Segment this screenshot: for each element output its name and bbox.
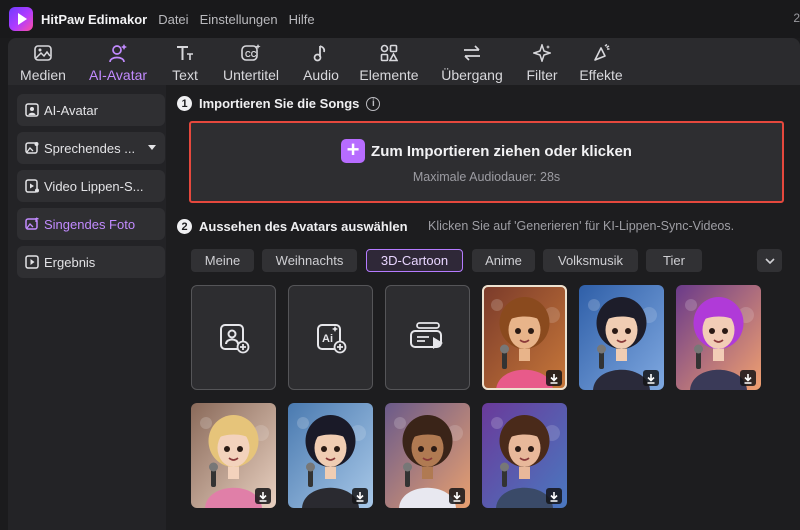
tab-elements[interactable]: Elemente: [354, 38, 424, 85]
tab-media[interactable]: Medien: [12, 38, 74, 85]
avatar-black-hair-girl[interactable]: [579, 285, 664, 390]
step-avatar-title: Aussehen des Avatars auswählen: [199, 219, 408, 234]
left-sidebar: AI-Avatar Sprechendes ... Video Lippen-S…: [8, 85, 166, 530]
ai-generate-tile[interactable]: Ai: [288, 285, 373, 390]
tab-audio[interactable]: Audio: [296, 38, 346, 85]
chevron-down-icon: [764, 257, 775, 264]
menu-settings[interactable]: Einstellungen: [200, 12, 278, 27]
effects-icon: [591, 43, 611, 63]
tab-effects[interactable]: Effekte: [572, 38, 630, 85]
upload-photo-tile[interactable]: [191, 285, 276, 390]
svg-text:Ai: Ai: [322, 333, 333, 345]
main-toolbar: Medien AI-Avatar Text CC Untertitel Audi…: [8, 38, 800, 85]
avatar-box-icon: [25, 103, 39, 117]
video-record-icon: [409, 321, 443, 349]
menu-help[interactable]: Hilfe: [289, 12, 315, 27]
download-icon[interactable]: [352, 488, 368, 504]
avatar-icon: [108, 43, 128, 63]
category-chip-3d-cartoon[interactable]: 3D-Cartoon: [366, 249, 463, 272]
tab-transition[interactable]: Übergang: [436, 38, 508, 85]
avatar-dark-hair-girl-mic[interactable]: [288, 403, 373, 508]
tab-elements-label: Elemente: [359, 67, 419, 83]
menu-file[interactable]: Datei: [158, 12, 188, 27]
app-logo-icon: [9, 7, 33, 31]
audio-icon: [311, 43, 331, 63]
record-video-tile[interactable]: [385, 285, 470, 390]
elements-icon: [379, 43, 399, 63]
sidebar-item-label: AI-Avatar: [44, 102, 98, 118]
import-row: + Zum Importieren ziehen oder klicken: [191, 139, 782, 163]
title-bar: HitPaw Edimakor Datei Einstellungen Hilf…: [0, 0, 800, 38]
sidebar-item-ai-avatar[interactable]: AI-Avatar: [17, 94, 165, 126]
tab-ai-avatar[interactable]: AI-Avatar: [80, 38, 156, 85]
step-avatar-hint: Klicken Sie auf 'Generieren' für KI-Lipp…: [428, 219, 735, 233]
subtitle-icon: CC: [241, 43, 261, 63]
sidebar-item-talking-photo[interactable]: Sprechendes ...: [17, 132, 165, 164]
avatar-afro-girl[interactable]: [385, 403, 470, 508]
singing-photo-icon: [25, 217, 39, 230]
category-chip-tier[interactable]: Tier: [646, 249, 702, 272]
avatar-curly-hair-girl[interactable]: [482, 285, 567, 390]
step-import-heading: 1 Importieren Sie die Songs i: [177, 96, 381, 111]
talking-photo-icon: [25, 142, 39, 154]
import-drop-zone[interactable]: + Zum Importieren ziehen oder klicken Ma…: [189, 121, 784, 203]
chevron-down-icon[interactable]: [148, 145, 156, 150]
category-chip-meine[interactable]: Meine: [191, 249, 254, 272]
download-icon[interactable]: [449, 488, 465, 504]
sidebar-item-label: Singendes Foto: [44, 216, 136, 232]
category-chip-anime[interactable]: Anime: [472, 249, 535, 272]
tab-media-label: Medien: [20, 67, 66, 83]
tab-transition-label: Übergang: [441, 67, 503, 83]
sidebar-item-result[interactable]: Ergebnis: [17, 246, 165, 278]
step-avatar-heading: 2 Aussehen des Avatars auswählen: [177, 219, 408, 234]
tab-ai-avatar-label: AI-Avatar: [88, 67, 148, 83]
download-icon[interactable]: [643, 370, 659, 386]
sidebar-item-label: Video Lippen-S...: [44, 178, 144, 194]
import-title: Zum Importieren ziehen oder klicken: [371, 142, 632, 160]
media-icon: [33, 43, 53, 63]
video-lipsync-icon: [25, 179, 39, 193]
ai-add-icon: Ai: [316, 323, 346, 353]
download-icon[interactable]: [546, 488, 562, 504]
import-subtitle: Maximale Audiodauer: 28s: [412, 170, 561, 184]
download-icon[interactable]: [255, 488, 271, 504]
result-icon: [25, 255, 39, 269]
app-name: HitPaw Edimakor: [41, 11, 148, 27]
tab-effects-label: Effekte: [579, 67, 623, 83]
avatar-blonde-girl[interactable]: [191, 403, 276, 508]
text-icon: [175, 43, 195, 63]
categories-expand-button[interactable]: [757, 249, 782, 272]
sidebar-item-video-lipsync[interactable]: Video Lippen-S...: [17, 170, 165, 202]
sidebar-item-label: Sprechendes ...: [44, 140, 136, 156]
plus-icon: +: [341, 139, 366, 163]
avatar-boy-singer[interactable]: [482, 403, 567, 508]
tab-filter-label: Filter: [526, 67, 558, 83]
tab-audio-label: Audio: [303, 67, 339, 83]
tab-subtitles-label: Untertitel: [222, 67, 280, 83]
corner-indicator: 2: [793, 11, 800, 25]
filter-icon: [532, 43, 552, 63]
category-chip-weihnachts[interactable]: Weihnachts: [262, 249, 357, 272]
tab-filter[interactable]: Filter: [518, 38, 566, 85]
download-icon[interactable]: [740, 370, 756, 386]
download-icon[interactable]: [546, 370, 562, 386]
add-photo-icon: [219, 323, 249, 353]
info-icon[interactable]: i: [366, 96, 381, 111]
transition-icon: [462, 43, 482, 63]
step-number-badge: 1: [177, 96, 192, 111]
tab-text[interactable]: Text: [162, 38, 208, 85]
step-import-title: Importieren Sie die Songs: [199, 96, 360, 111]
category-chip-volksmusik[interactable]: Volksmusik: [543, 249, 638, 272]
main-panel: 1 Importieren Sie die Songs i + Zum Impo…: [166, 85, 800, 530]
tab-subtitles[interactable]: CC Untertitel: [214, 38, 288, 85]
avatar-purple-hair-girl[interactable]: [676, 285, 761, 390]
tab-text-label: Text: [172, 67, 198, 83]
sidebar-item-label: Ergebnis: [44, 254, 96, 270]
sidebar-item-singing-photo[interactable]: Singendes Foto: [17, 208, 165, 240]
step-number-badge: 2: [177, 219, 192, 234]
svg-text:CC: CC: [245, 50, 257, 59]
